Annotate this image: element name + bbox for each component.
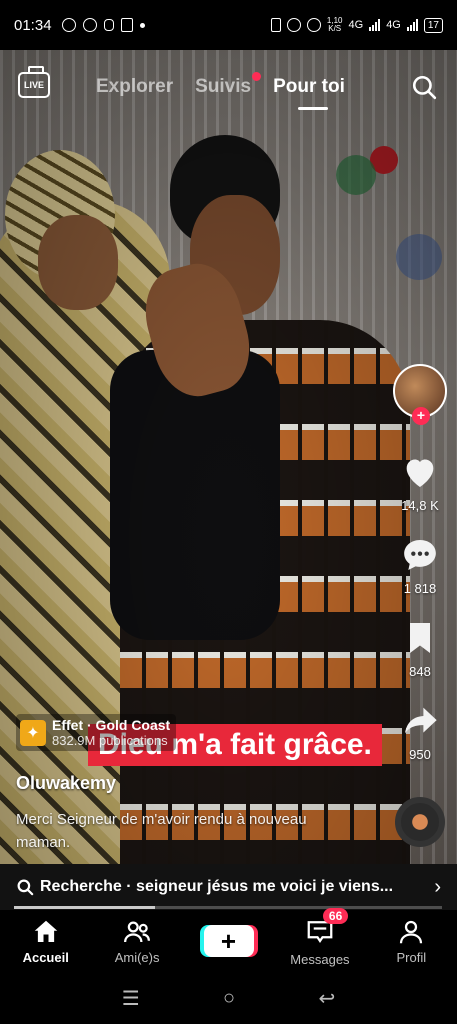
plus-icon: + <box>220 925 237 956</box>
comment-count: 1 818 <box>403 581 437 596</box>
video-description[interactable]: Merci Seigneur de m'avoir rendu à nouvea… <box>16 808 336 854</box>
like-count: 14,8 K <box>401 498 439 513</box>
heart-icon <box>406 459 434 487</box>
bookmark-icon <box>410 623 430 653</box>
status-bar: 01:34 1,10 K/S 4G 4G 17 <box>0 0 457 50</box>
comment-icon <box>404 540 436 570</box>
nav-home[interactable]: Accueil <box>0 910 91 972</box>
search-suggestion-bar[interactable]: Recherche · seigneur jésus me voici je v… <box>0 864 457 910</box>
home-circle-icon[interactable]: ○ <box>223 987 235 1010</box>
effect-chip[interactable]: ✦ Effet · Gold Coast 832.9M publications <box>16 714 177 751</box>
like-action[interactable]: 14,8 K <box>400 452 440 513</box>
bottom-nav: Accueil Ami(e)s + 66 Messages Profil <box>0 907 457 972</box>
profile-icon <box>400 920 423 944</box>
vibrate-icon <box>270 18 281 32</box>
friends-icon <box>124 921 151 943</box>
chevron-right-icon: › <box>434 875 441 898</box>
create-button[interactable]: + <box>203 925 254 957</box>
nav-friends-label: Ami(e)s <box>114 950 160 965</box>
nav-messages[interactable]: 66 Messages <box>274 907 365 972</box>
messenger-icon <box>61 18 76 32</box>
nav-profile-label: Profil <box>396 950 427 965</box>
effect-icon: ✦ <box>20 719 46 746</box>
effect-text: Effet · Gold Coast 832.9M publications <box>52 717 170 748</box>
comment-action[interactable]: 1 818 <box>400 535 440 596</box>
network-speed-unit: K/S <box>328 24 342 33</box>
share-count: 950 <box>409 747 431 762</box>
whatsapp-icon <box>82 18 97 32</box>
save-count: 848 <box>409 664 431 679</box>
status-time: 01:34 <box>14 16 52 34</box>
nav-home-label: Accueil <box>22 950 69 965</box>
search-icon[interactable] <box>411 74 437 100</box>
back-icon[interactable]: ↩ <box>319 986 336 1011</box>
effect-publications: 832.9M publications <box>52 733 168 748</box>
network-speed: 1,10 K/S <box>327 17 343 33</box>
nav-messages-label: Messages <box>290 951 350 967</box>
hotspot-icon <box>306 18 321 32</box>
battery-icon: 17 <box>423 17 443 33</box>
share-action[interactable]: 950 <box>400 701 440 762</box>
status-system-icons: 1,10 K/S 4G 4G 17 <box>270 17 443 33</box>
signal-icon-2 <box>406 19 418 31</box>
alarm-icon <box>286 18 301 32</box>
video-progress-fill <box>14 906 156 909</box>
creator-avatar[interactable]: + <box>393 364 447 425</box>
signal-icon <box>369 19 381 31</box>
network-type-1: 4G <box>348 19 364 31</box>
search-icon <box>17 879 34 896</box>
tab-suivis-label: Suivis <box>195 76 252 97</box>
network-type-2: 4G <box>386 19 401 31</box>
messages-badge: 66 <box>322 907 349 924</box>
battery-level: 17 <box>427 19 439 31</box>
follow-plus-icon[interactable]: + <box>412 407 430 425</box>
nav-friends[interactable]: Ami(e)s <box>91 910 182 972</box>
save-action[interactable]: 848 <box>400 618 440 679</box>
music-disc-icon[interactable] <box>395 797 445 847</box>
live-button[interactable]: LIVE <box>18 72 50 98</box>
action-rail: + 14,8 K 1 818 848 950 <box>391 364 449 762</box>
messages-icon-wrap: 66 <box>305 907 349 952</box>
status-notification-icons <box>61 18 145 32</box>
home-icon <box>34 920 57 942</box>
creator-username[interactable]: Oluwakemy <box>16 773 116 794</box>
video-progress-bar[interactable] <box>14 906 442 909</box>
app-notification-icon <box>103 19 114 31</box>
live-label: LIVE <box>23 80 44 90</box>
new-content-dot <box>252 72 262 81</box>
nav-profile[interactable]: Profil <box>366 910 457 972</box>
share-arrow-icon <box>405 707 437 734</box>
recents-icon[interactable]: ☰ <box>122 986 140 1011</box>
more-notifications-icon <box>139 22 145 28</box>
tab-explorer[interactable]: Explorer <box>96 76 173 98</box>
tab-pour-toi[interactable]: Pour toi <box>273 76 345 110</box>
antenna-icon <box>120 18 133 32</box>
tab-suivis[interactable]: Suivis <box>195 72 262 98</box>
top-nav: LIVE Explorer Suivis Pour toi <box>0 62 457 114</box>
feed-tabs: Explorer Suivis Pour toi <box>96 72 345 110</box>
nav-create[interactable]: + <box>183 910 274 972</box>
search-suggestion-text: Recherche · seigneur jésus me voici je v… <box>40 878 394 895</box>
system-nav-bar: ☰ ○ ↩ <box>0 972 457 1024</box>
effect-title: Effet · Gold Coast <box>52 717 171 733</box>
